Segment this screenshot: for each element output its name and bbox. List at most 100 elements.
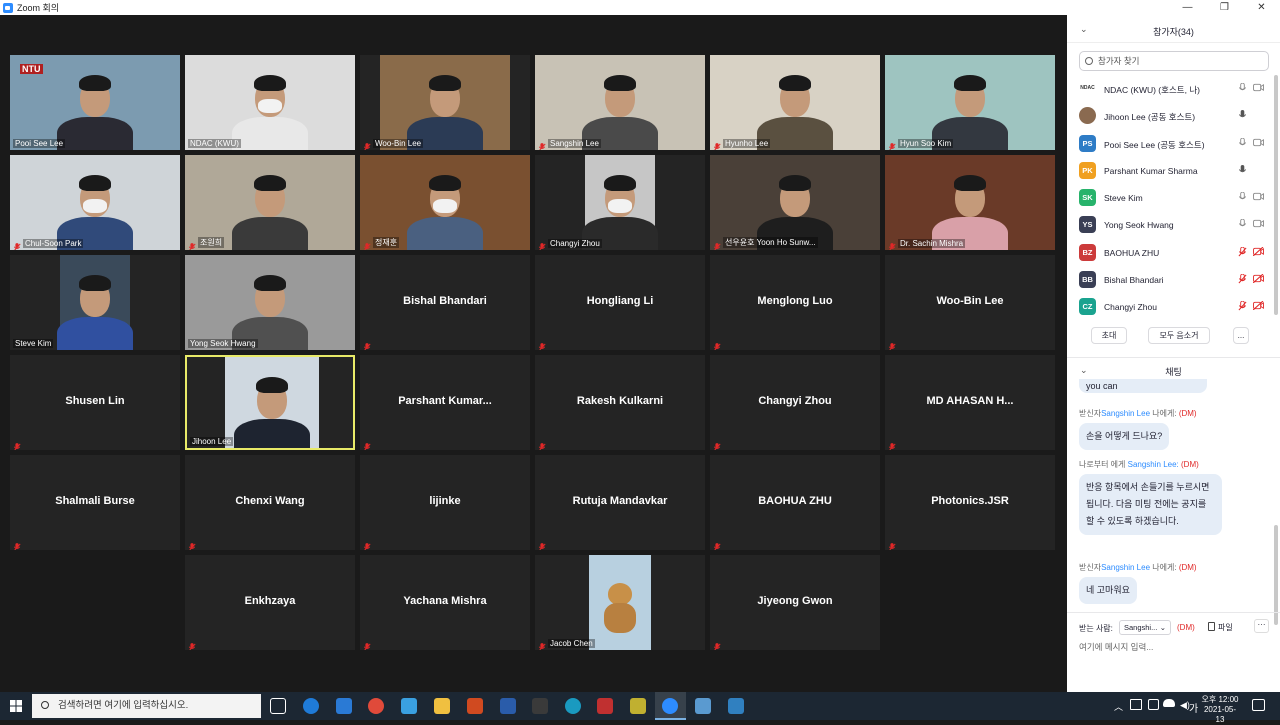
participant-tile[interactable]: Changyi Zhou bbox=[710, 355, 880, 450]
microphone-icon[interactable] bbox=[1238, 110, 1248, 121]
microphone-icon[interactable] bbox=[1238, 219, 1248, 230]
word-icon[interactable] bbox=[500, 698, 516, 714]
participant-row[interactable]: BB Bishal Bhandari bbox=[1067, 266, 1272, 293]
video-off-icon[interactable] bbox=[1252, 273, 1264, 285]
powerpoint-icon[interactable] bbox=[467, 698, 483, 714]
video-camera-icon[interactable] bbox=[1253, 138, 1264, 149]
video-camera-icon[interactable] bbox=[1253, 192, 1264, 203]
tray-chevron-icon[interactable]: ︿ bbox=[1114, 700, 1123, 713]
video-off-icon[interactable] bbox=[1252, 246, 1264, 258]
edge-icon[interactable] bbox=[565, 698, 581, 714]
network-icon[interactable] bbox=[1130, 699, 1142, 710]
participant-tile[interactable]: Yachana Mishra bbox=[360, 555, 530, 650]
mic-muted-icon bbox=[188, 239, 196, 250]
zoom-taskbar-icon[interactable] bbox=[662, 698, 678, 714]
participant-tile[interactable]: Hongliang Li bbox=[535, 255, 705, 350]
participant-tile[interactable]: MD AHASAN H... bbox=[885, 355, 1055, 450]
participant-tile[interactable]: 조원희 bbox=[185, 155, 355, 250]
chat-input[interactable]: 여기에 메시지 입력... bbox=[1079, 641, 1153, 653]
participant-tile[interactable]: lijinke bbox=[360, 455, 530, 550]
participant-row[interactable]: NDAC NDAC (KWU) (호스트, 나) bbox=[1067, 75, 1272, 102]
microphone-icon[interactable] bbox=[1238, 191, 1248, 203]
task-view-icon[interactable] bbox=[270, 698, 286, 714]
participant-tile[interactable]: Hyunho Lee bbox=[710, 55, 880, 150]
invite-button[interactable]: 초대 bbox=[1091, 327, 1127, 344]
taskbar-search-input[interactable]: 검색하려면 여기에 입력하십시오. bbox=[32, 694, 261, 718]
participant-row[interactable]: Jihoon Lee (공동 호스트) bbox=[1067, 102, 1272, 129]
chat-recipient[interactable]: Sangshin Lee: bbox=[1128, 460, 1179, 469]
file-explorer-icon[interactable] bbox=[434, 698, 450, 714]
notifications-icon[interactable] bbox=[1252, 699, 1265, 711]
participant-tile[interactable]: Parshant Kumar... bbox=[360, 355, 530, 450]
participant-row[interactable]: PK Parshant Kumar Sharma bbox=[1067, 157, 1272, 184]
participant-tile[interactable]: Photonics.JSR bbox=[885, 455, 1055, 550]
microphone-icon[interactable] bbox=[1238, 137, 1248, 149]
participant-tile[interactable]: Chenxi Wang bbox=[185, 455, 355, 550]
participant-tile[interactable]: Enkhzaya bbox=[185, 555, 355, 650]
mute-all-button[interactable]: 모두 음소거 bbox=[1148, 327, 1210, 344]
participant-tile[interactable]: 정재훈 bbox=[360, 155, 530, 250]
maximize-button[interactable]: ❐ bbox=[1206, 0, 1243, 15]
minimize-button[interactable]: — bbox=[1169, 0, 1206, 15]
participant-tile[interactable]: BAOHUA ZHU bbox=[710, 455, 880, 550]
chat-sender[interactable]: Sangshin Lee bbox=[1101, 409, 1150, 418]
mail-icon[interactable] bbox=[336, 698, 352, 714]
participant-tile[interactable]: 선우윤호 Yoon Ho Sunw... bbox=[710, 155, 880, 250]
mic-muted-icon[interactable] bbox=[1238, 273, 1248, 285]
participants-more-button[interactable]: ... bbox=[1233, 327, 1249, 344]
participant-tile[interactable]: Jiyeong Gwon bbox=[710, 555, 880, 650]
ime-indicator[interactable]: 가 bbox=[1189, 700, 1198, 715]
video-camera-icon[interactable] bbox=[1253, 219, 1264, 230]
participant-tile[interactable]: Sangshin Lee bbox=[535, 55, 705, 150]
participant-tile[interactable]: Steve Kim bbox=[10, 255, 180, 350]
windows-start-icon[interactable] bbox=[10, 700, 22, 712]
participant-tile[interactable]: Woo-Bin Lee bbox=[360, 55, 530, 150]
microphone-icon[interactable] bbox=[1238, 82, 1248, 94]
participant-tile[interactable]: Bishal Bhandari bbox=[360, 255, 530, 350]
video-off-icon[interactable] bbox=[1252, 300, 1264, 312]
participant-scrollbar[interactable] bbox=[1274, 75, 1278, 315]
participant-tile[interactable]: Woo-Bin Lee bbox=[885, 255, 1055, 350]
recipient-dropdown[interactable]: Sangshi... ⌄ bbox=[1119, 620, 1171, 635]
participant-tile[interactable]: Shusen Lin bbox=[10, 355, 180, 450]
file-button[interactable]: 파일 bbox=[1208, 622, 1233, 633]
close-button[interactable]: ✕ bbox=[1243, 0, 1280, 15]
app-yellow-icon[interactable] bbox=[630, 698, 646, 714]
onedrive-icon[interactable] bbox=[1163, 699, 1175, 707]
participant-row[interactable]: SK Steve Kim bbox=[1067, 184, 1272, 211]
participant-row[interactable]: PS Pooi See Lee (공동 호스트) bbox=[1067, 130, 1272, 157]
participant-row[interactable]: BZ BAOHUA ZHU bbox=[1067, 239, 1272, 266]
participant-row[interactable]: YS Yong Seok Hwang bbox=[1067, 211, 1272, 238]
participant-tile[interactable]: Rakesh Kulkarni bbox=[535, 355, 705, 450]
chrome-icon[interactable] bbox=[368, 698, 384, 714]
participant-tile[interactable]: Rutuja Mandavkar bbox=[535, 455, 705, 550]
participant-tile[interactable]: Shalmali Burse bbox=[10, 455, 180, 550]
participant-row[interactable]: CZ Changyi Zhou bbox=[1067, 293, 1272, 320]
participant-tile[interactable]: NDAC (KWU) bbox=[185, 55, 355, 150]
chat-sender[interactable]: Sangshin Lee bbox=[1101, 563, 1150, 572]
photos-icon[interactable] bbox=[728, 698, 744, 714]
chat-scrollbar[interactable] bbox=[1274, 525, 1278, 625]
participant-search-input[interactable]: 참가자 찾기 bbox=[1079, 51, 1269, 71]
participant-tile[interactable]: Yong Seok Hwang bbox=[185, 255, 355, 350]
participant-tile[interactable]: Hyun Soo Kim bbox=[885, 55, 1055, 150]
participant-tile[interactable]: Chul-Soon Park bbox=[10, 155, 180, 250]
chat-more-button[interactable]: ··· bbox=[1254, 619, 1269, 633]
tray-app-icon[interactable] bbox=[1148, 699, 1159, 710]
microphone-icon[interactable] bbox=[1238, 164, 1248, 176]
video-camera-icon[interactable] bbox=[1253, 83, 1264, 94]
clock[interactable]: 오후 12:00 2021-05-13 bbox=[1200, 695, 1240, 725]
participant-tile[interactable]: Jihoon Lee bbox=[185, 355, 355, 450]
feather-app-icon[interactable] bbox=[401, 698, 417, 714]
participant-tile[interactable]: Menglong Luo bbox=[710, 255, 880, 350]
mic-muted-icon[interactable] bbox=[1238, 300, 1248, 312]
app-blue-icon[interactable] bbox=[695, 698, 711, 714]
participant-tile[interactable]: Dr. Sachin Mishra bbox=[885, 155, 1055, 250]
app-red-icon[interactable] bbox=[597, 698, 613, 714]
participant-tile[interactable]: Changyi Zhou bbox=[535, 155, 705, 250]
store-icon[interactable] bbox=[532, 698, 548, 714]
participant-tile[interactable]: Jacob Chen bbox=[535, 555, 705, 650]
mic-muted-icon[interactable] bbox=[1238, 246, 1248, 258]
participant-tile[interactable]: NTU Pooi See Lee bbox=[10, 55, 180, 150]
edge-legacy-icon[interactable] bbox=[303, 698, 319, 714]
